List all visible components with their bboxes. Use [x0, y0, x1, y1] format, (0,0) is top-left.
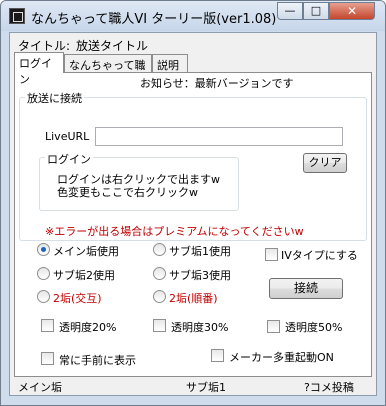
opacity-30-checkbox[interactable]: [153, 319, 166, 332]
maximize-button[interactable]: □: [303, 2, 329, 20]
minimize-button[interactable]: —: [277, 2, 303, 20]
opacity-30-label[interactable]: 透明度30%: [171, 319, 228, 335]
app-window: なんちゃって職人VI ターリー版(ver1.08) — □ ✕ タイトル: 放送…: [0, 0, 386, 406]
tab-login[interactable]: ログイン: [14, 52, 64, 86]
status-bar: メイン垢 サブ垢1 ?コメ投稿: [10, 377, 376, 395]
status-sub-account: サブ垢1: [186, 381, 226, 394]
clear-button[interactable]: クリア: [303, 153, 347, 173]
radio-sub-account-2[interactable]: [37, 267, 50, 280]
status-comment-post: ?コメ投稿: [304, 381, 354, 394]
radio-sub-account-3-label[interactable]: サブ垢3使用: [169, 267, 231, 283]
opacity-20-checkbox[interactable]: [41, 319, 54, 332]
title-bar[interactable]: なんちゃって職人VI ターリー版(ver1.08) — □ ✕: [1, 1, 385, 31]
radio-sub-account-2-label[interactable]: サブ垢2使用: [53, 267, 115, 283]
connect-button[interactable]: 接続: [269, 278, 343, 299]
always-on-top-checkbox[interactable]: [41, 352, 54, 365]
radio-sub-account-3[interactable]: [153, 267, 166, 280]
radio-main-account[interactable]: [37, 243, 50, 256]
login-tab-panel: お知らせ：最新バージョンです 放送に接続 LiveURL ログイン ログインは右…: [14, 72, 372, 377]
tab-nanchatte-shokunin[interactable]: なんちゃって職人: [64, 54, 152, 88]
login-hint-line2[interactable]: 色変更もここで右クリックw: [57, 184, 198, 200]
premium-warning: ※エラーが出る場合はプレミアムになってくださいw: [45, 225, 304, 238]
client-area: タイトル: 放送タイトル ログイン なんちゃって職人 説明 お知らせ：最新バージ…: [9, 32, 377, 396]
opacity-20-label[interactable]: 透明度20%: [59, 319, 116, 335]
radio-two-accounts-sequential[interactable]: [153, 290, 166, 303]
iv-type-checkbox[interactable]: [265, 248, 278, 261]
multi-launch-label[interactable]: メーカー多重起動ON: [229, 349, 334, 365]
liveurl-input[interactable]: [95, 127, 343, 146]
radio-main-account-label[interactable]: メイン垢使用: [53, 243, 119, 259]
login-group-label: ログイン: [45, 151, 93, 167]
multi-launch-checkbox[interactable]: [211, 349, 224, 362]
app-icon[interactable]: [9, 8, 25, 24]
opacity-50-label[interactable]: 透明度50%: [285, 319, 342, 335]
opacity-50-checkbox[interactable]: [267, 320, 280, 333]
radio-sub-account-1-label[interactable]: サブ垢1使用: [169, 243, 231, 259]
tab-description[interactable]: 説明: [152, 54, 188, 72]
broadcast-title-value: 放送タイトル: [76, 39, 149, 53]
always-on-top-label[interactable]: 常に手前に表示: [59, 352, 136, 368]
iv-type-label[interactable]: IVタイプにする: [281, 247, 358, 263]
liveurl-label: LiveURL: [45, 130, 90, 143]
close-button[interactable]: ✕: [329, 2, 375, 20]
notice-text: お知らせ：最新バージョンです: [140, 77, 294, 90]
radio-two-accounts-sequential-label[interactable]: 2垢(順番): [169, 290, 218, 306]
radio-two-accounts-alternate-label[interactable]: 2垢(交互): [53, 290, 102, 306]
radio-sub-account-1[interactable]: [153, 243, 166, 256]
window-title: なんちゃって職人VI ターリー版(ver1.08): [31, 12, 277, 27]
radio-two-accounts-alternate[interactable]: [37, 290, 50, 303]
connect-group-label: 放送に接続: [25, 90, 84, 106]
status-main-account: メイン垢: [18, 381, 62, 394]
